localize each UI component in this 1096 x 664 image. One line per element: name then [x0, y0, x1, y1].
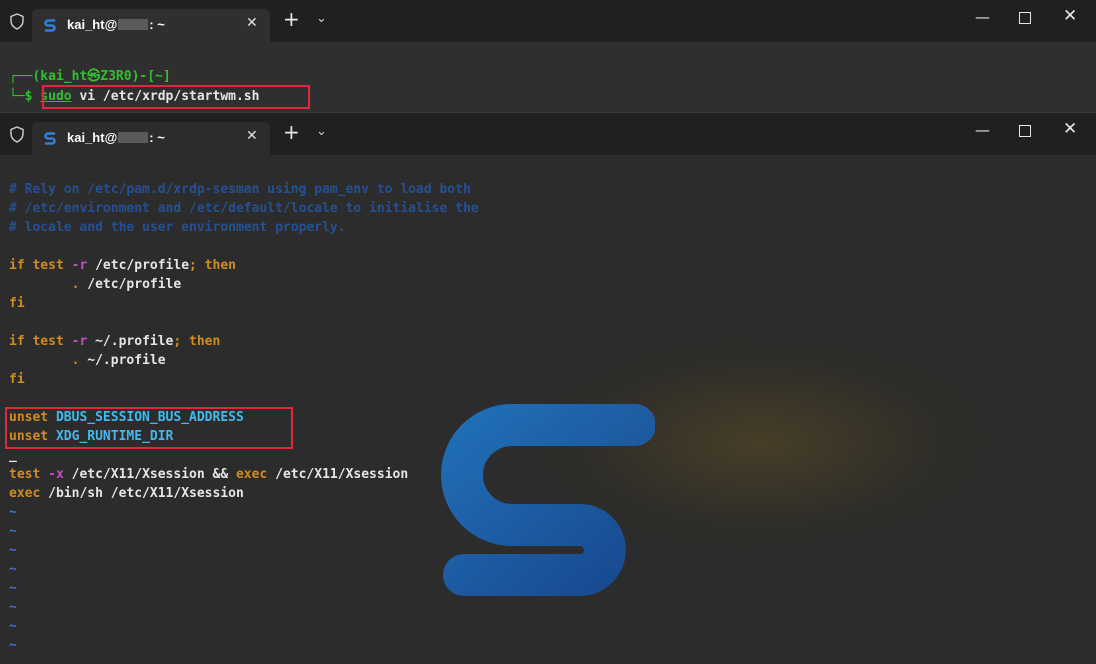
terminal-s-logo-icon [44, 19, 56, 32]
maximize-icon[interactable] [1019, 12, 1031, 24]
empty-line-tilde: ~ [9, 543, 17, 558]
command-highlight-box [42, 85, 310, 109]
close-icon[interactable]: ✕ [246, 15, 258, 31]
code-line-fi: fi [9, 296, 25, 311]
prompt-line-user: ┌──(kai_ht㉿Z3R0)-[~] [9, 69, 171, 84]
maximize-icon[interactable] [1019, 125, 1031, 137]
code-line-test-xsession: test -x /etc/X11/Xsession && exec /etc/X… [9, 467, 409, 482]
plus-icon[interactable]: + [283, 7, 300, 31]
chevron-down-icon[interactable]: ⌄ [316, 124, 327, 139]
shield-icon[interactable] [9, 13, 25, 30]
chevron-down-icon[interactable]: ⌄ [316, 11, 327, 26]
code-comment-line: # Rely on /etc/pam.d/xrdp-sesman using p… [9, 182, 471, 197]
code-line-if-profile: if test -r /etc/profile; then [9, 258, 236, 273]
redacted-hostname [118, 19, 149, 30]
empty-line-tilde: ~ [9, 562, 17, 577]
watermark-s-logo [441, 404, 655, 596]
title-bar: kai_ht@: ~ ✕ + ⌄ — ✕ [0, 0, 1096, 42]
tab-title: kai_ht@: ~ [67, 130, 165, 145]
empty-line-tilde: ~ [9, 524, 17, 539]
close-window-icon[interactable]: ✕ [1063, 119, 1077, 139]
text-cursor: _ [9, 448, 17, 463]
code-line-if-user-profile: if test -r ~/.profile; then [9, 334, 221, 349]
empty-line-tilde: ~ [9, 619, 17, 634]
code-line-source-user-profile: . ~/.profile [9, 353, 166, 368]
title-bar: kai_ht@: ~ ✕ + ⌄ — ✕ [0, 113, 1096, 155]
close-window-icon[interactable]: ✕ [1063, 6, 1077, 26]
code-line-fi: fi [9, 372, 25, 387]
terminal-tab[interactable]: kai_ht@: ~ ✕ [32, 122, 270, 155]
bottom-terminal-window: kai_ht@: ~ ✕ + ⌄ — ✕ # Rely on /etc/pam.… [0, 113, 1096, 664]
code-comment-line: # locale and the user environment proper… [9, 220, 346, 235]
tab-title: kai_ht@: ~ [67, 17, 165, 32]
minimize-icon[interactable]: — [975, 8, 990, 26]
prompt-char: └─$ [9, 89, 41, 104]
close-icon[interactable]: ✕ [246, 128, 258, 144]
unset-highlight-box [5, 407, 293, 449]
empty-line-tilde: ~ [9, 505, 17, 520]
terminal-s-logo-icon [44, 132, 56, 145]
empty-line-tilde: ~ [9, 600, 17, 615]
terminal-tab[interactable]: kai_ht@: ~ ✕ [32, 9, 270, 42]
empty-line-tilde: ~ [9, 581, 17, 596]
shield-icon[interactable] [9, 126, 25, 143]
plus-icon[interactable]: + [283, 120, 300, 144]
code-comment-line: # /etc/environment and /etc/default/loca… [9, 201, 479, 216]
code-line-exec-sh: exec /bin/sh /etc/X11/Xsession [9, 486, 244, 501]
redacted-hostname [118, 132, 149, 143]
minimize-icon[interactable]: — [975, 121, 990, 139]
top-terminal-window: kai_ht@: ~ ✕ + ⌄ — ✕ ┌──(kai_ht㉿Z3R0)-[~… [0, 0, 1096, 113]
code-line-source-profile: . /etc/profile [9, 277, 182, 292]
empty-line-tilde: ~ [9, 638, 17, 653]
